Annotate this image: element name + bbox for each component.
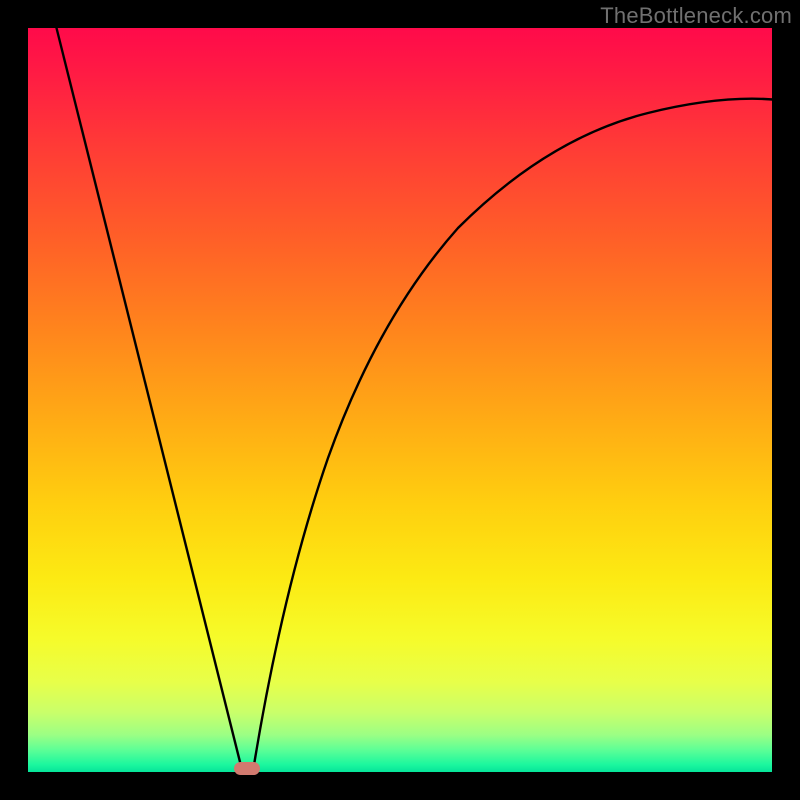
bottleneck-curve [28,28,772,772]
curve-right-branch [254,99,788,765]
plot-area [28,28,772,772]
watermark-text: TheBottleneck.com [600,3,792,29]
minimum-marker [234,762,260,775]
curve-left-branch [54,18,241,766]
chart-frame: TheBottleneck.com [0,0,800,800]
